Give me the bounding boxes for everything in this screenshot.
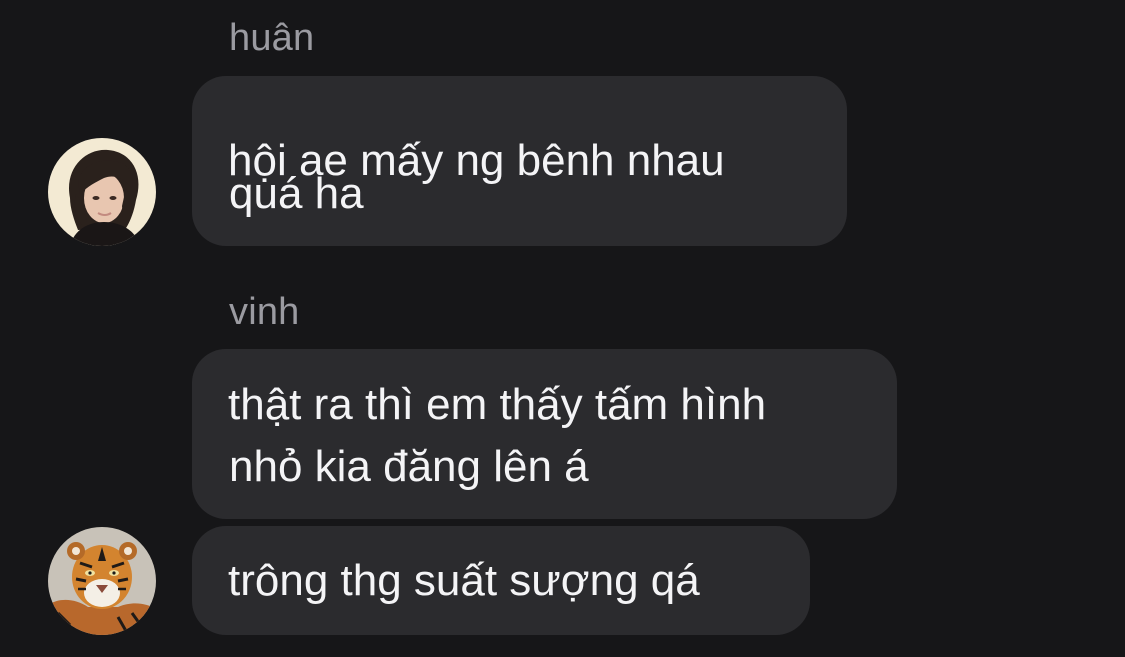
avatar-vinh[interactable] bbox=[48, 527, 156, 635]
message-bubble-text-2: nhỏ kia đăng lên á bbox=[229, 442, 589, 491]
chat-thread: huân hội ae mấy ng bênh nhau quá ha vinh bbox=[0, 0, 1125, 657]
tiger-photo-avatar-icon bbox=[48, 527, 156, 635]
message-bubble-text-2: quá ha bbox=[229, 169, 364, 218]
sender-name-huan: huân bbox=[229, 17, 315, 59]
message-line: thật ra thì em thấy tấm hình bbox=[228, 380, 767, 429]
message-bubble[interactable]: trông thg suất sượng qá bbox=[192, 526, 810, 635]
avatar-huan[interactable] bbox=[48, 138, 156, 246]
sender-name-vinh: vinh bbox=[229, 291, 300, 333]
message-line: trông thg suất sượng qá bbox=[228, 555, 700, 605]
person-photo-avatar-icon bbox=[48, 138, 156, 246]
